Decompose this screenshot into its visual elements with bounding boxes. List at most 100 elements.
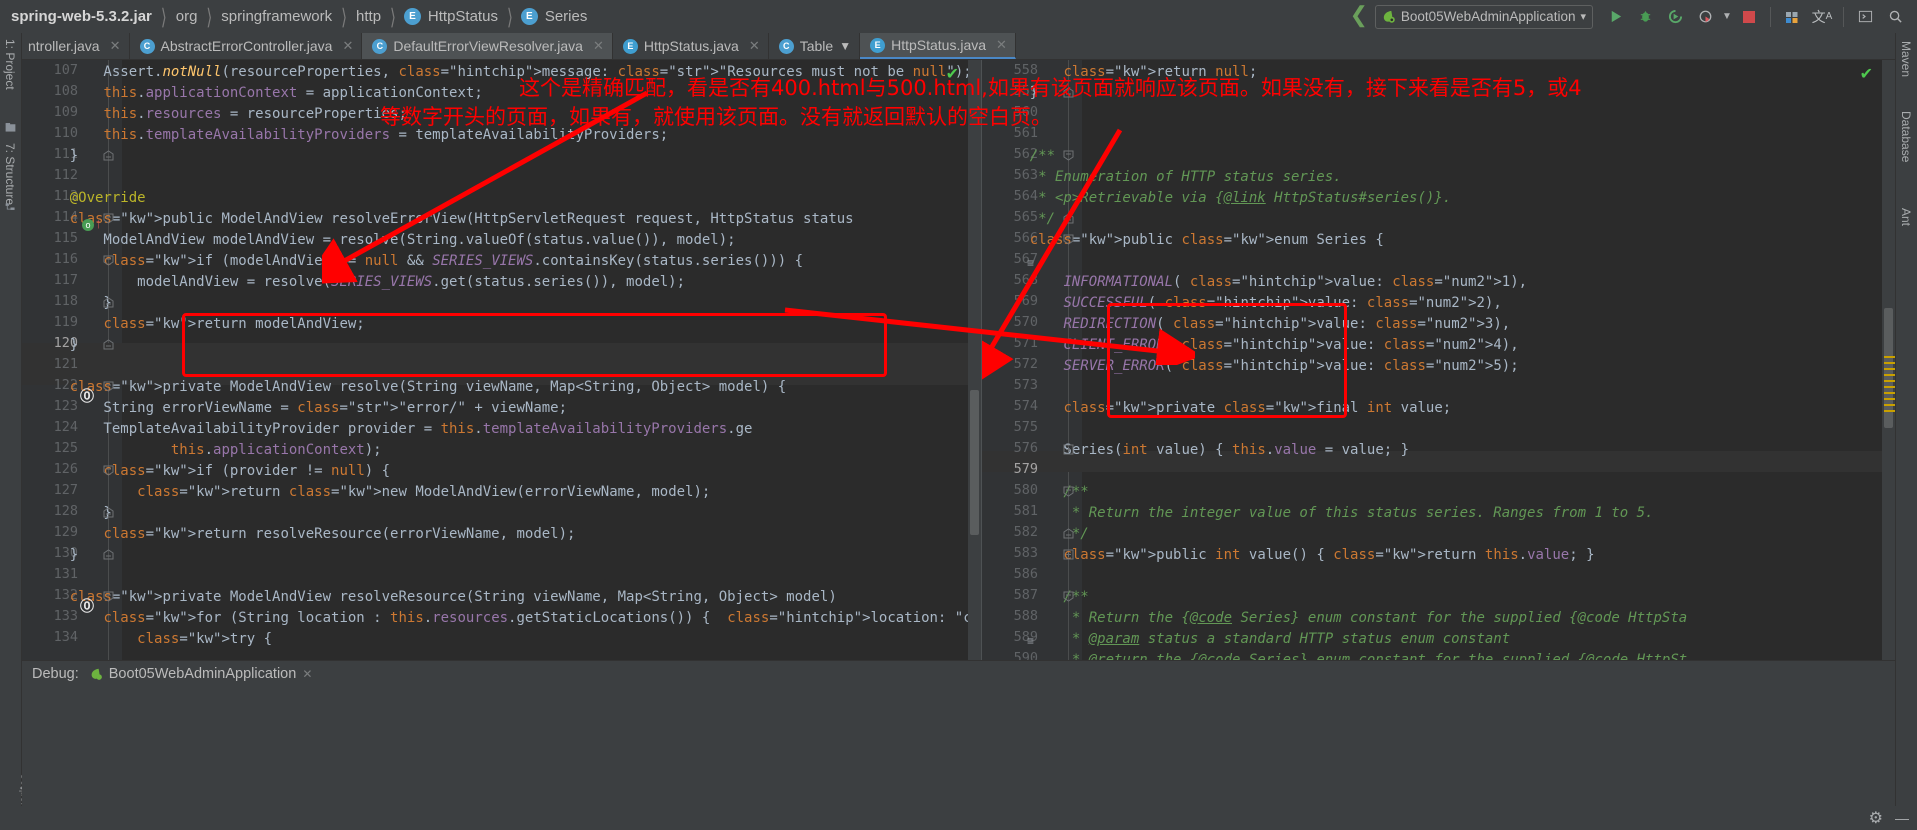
breadcrumb-item-series[interactable]: E Series <box>520 8 589 25</box>
code-line[interactable]: class="kw">return class="kw">new ModelAn… <box>36 482 710 503</box>
fold-collapse-icon[interactable] <box>1063 591 1074 602</box>
code-line[interactable]: /** <box>996 587 1088 608</box>
code-line[interactable]: class="kw">return resolveResource(errorV… <box>36 524 575 545</box>
code-line[interactable]: /** <box>996 146 1055 167</box>
code-line[interactable]: INFORMATIONAL( class="hintchip">value: c… <box>996 272 1527 293</box>
code-line[interactable]: this.applicationContext); <box>36 440 382 461</box>
code-line[interactable]: TemplateAvailabilityProvider provider = … <box>36 419 752 440</box>
fold-collapse-icon[interactable] <box>103 591 114 602</box>
javadoc-render-icon[interactable]: ≡ <box>1027 634 1034 648</box>
fold-collapse-icon[interactable] <box>103 465 114 476</box>
breadcrumb-item-http[interactable]: http <box>355 8 382 25</box>
code-line[interactable]: class="kw">private ModelAndView resolve(… <box>36 377 786 398</box>
code-line[interactable]: CLIENT_ERROR( class="hintchip">value: cl… <box>996 335 1518 356</box>
debug-icon[interactable] <box>1631 4 1659 30</box>
code-line[interactable]: * @return the {@code Series} enum consta… <box>996 650 1687 660</box>
code-line[interactable]: ModelAndView modelAndView = resolve(Stri… <box>36 230 735 251</box>
code-line[interactable]: } <box>36 293 111 314</box>
close-icon[interactable]: ✕ <box>749 38 760 54</box>
fold-end-icon[interactable] <box>103 150 114 161</box>
tab-httpstatus-java-1[interactable]: E HttpStatus.java ✕ <box>612 33 769 59</box>
code-line[interactable]: } <box>36 146 78 167</box>
code-line[interactable]: class="kw">for (String location : this.r… <box>36 608 981 629</box>
code-line[interactable]: modelAndView = resolve(SERIES_VIEWS.get(… <box>36 272 685 293</box>
sidebar-item-structure[interactable]: 7: Structure <box>3 143 17 205</box>
profiler-icon[interactable] <box>1691 4 1719 30</box>
fold-end-icon[interactable] <box>103 297 114 308</box>
code-line[interactable]: class="kw">public class="kw">enum Series… <box>996 230 1384 251</box>
fold-collapse-icon[interactable] <box>103 213 114 224</box>
code-line[interactable]: * <p>Retrievable via {@link HttpStatus#s… <box>996 188 1451 209</box>
tab-defaulterrorviewresolver-java[interactable]: C DefaultErrorViewResolver.java ✕ <box>362 33 613 59</box>
chevron-down-icon[interactable]: ▼ <box>839 39 851 53</box>
code-line[interactable]: class="kw">public int value() { class="k… <box>996 545 1594 566</box>
tab-httpstatus-java-2[interactable]: E HttpStatus.java ✕ <box>860 33 1016 59</box>
close-icon[interactable]: ✕ <box>342 38 353 54</box>
fold-collapse-icon[interactable] <box>103 381 114 392</box>
code-line[interactable]: * Return the integer value of this statu… <box>996 503 1654 524</box>
code-line[interactable]: /** <box>996 482 1088 503</box>
tab-table[interactable]: C Table ▼ <box>768 33 861 59</box>
breadcrumb-item-jar[interactable]: spring-web-5.3.2.jar <box>10 8 153 25</box>
code-line[interactable]: * @param status a standard HTTP status e… <box>996 629 1510 650</box>
fold-collapse-icon[interactable] <box>1063 234 1074 245</box>
run-with-coverage-icon[interactable] <box>1661 4 1689 30</box>
fold-collapse-icon[interactable] <box>103 255 114 266</box>
code-line[interactable]: this.resources = resourceProperties; <box>36 104 406 125</box>
run-icon[interactable] <box>1601 4 1629 30</box>
build-project-icon[interactable] <box>1778 4 1806 30</box>
code-line[interactable]: class="kw">if (modelAndView == null && S… <box>36 251 803 272</box>
sidebar-item-project[interactable]: 1: Project <box>3 39 17 90</box>
fold-end-icon[interactable] <box>1063 528 1074 539</box>
back-arrow-icon[interactable]: ❮ <box>1345 4 1373 30</box>
close-icon[interactable]: ✕ <box>110 38 121 54</box>
fold-expand-icon[interactable] <box>1063 549 1074 560</box>
run-configuration-selector[interactable]: Boot05WebAdminApplication ▾ <box>1374 4 1593 29</box>
code-line[interactable]: */ <box>996 524 1089 545</box>
editor-pane-left[interactable]: 107 108 109 110 111 112 113 114 115 116 117 118 119 1… <box>22 60 982 660</box>
search-everywhere-icon[interactable] <box>1881 4 1909 30</box>
sidebar-item-database[interactable]: Database <box>1899 111 1913 162</box>
code-line[interactable]: class="kw">private class="kw">final int … <box>996 398 1451 419</box>
debug-session-tab[interactable]: Boot05WebAdminApplication ✕ <box>89 666 312 682</box>
scrollbar-thumb[interactable] <box>970 390 979 535</box>
code-line[interactable]: REDIRECTION( class="hintchip">value: cla… <box>996 314 1510 335</box>
breadcrumb-item-springframework[interactable]: springframework <box>220 8 333 25</box>
code-line[interactable]: * Enumeration of HTTP status series. <box>996 167 1341 188</box>
scrollbar-left[interactable] <box>968 60 981 660</box>
code-line[interactable]: @Override <box>36 188 146 209</box>
code-line[interactable]: * Return the {@code Series} enum constan… <box>996 608 1687 629</box>
breadcrumb-item-httpstatus[interactable]: E HttpStatus <box>403 8 499 25</box>
breadcrumb-item-org[interactable]: org <box>175 8 199 25</box>
close-icon[interactable]: ✕ <box>593 38 604 54</box>
translate-icon[interactable]: 文A <box>1808 4 1836 30</box>
fold-collapse-icon[interactable] <box>1063 486 1074 497</box>
fold-collapse-icon[interactable] <box>1063 150 1074 161</box>
code-line[interactable]: class="kw">public ModelAndView resolveEr… <box>36 209 854 230</box>
code-line[interactable]: class="kw">try { <box>36 629 272 650</box>
code-line[interactable]: Series(int value) { this.value = value; … <box>996 440 1409 461</box>
code-line[interactable]: } <box>36 545 78 566</box>
scrollbar-right[interactable] <box>1882 60 1895 660</box>
annotation-at-icon[interactable]: ⓪ <box>80 386 94 406</box>
code-line[interactable]: */ <box>996 209 1055 230</box>
sidebar-item-maven[interactable]: Maven <box>1899 41 1913 77</box>
javadoc-render-icon[interactable]: ≡ <box>1027 256 1034 270</box>
code-line[interactable]: class="kw">if (provider != null) { <box>36 461 390 482</box>
code-line[interactable]: SERVER_ERROR( class="hintchip">value: cl… <box>996 356 1518 377</box>
chevron-down-icon[interactable]: ▼ <box>1721 4 1733 30</box>
override-arrow-icon[interactable]: ↑ <box>95 215 102 231</box>
annotation-at-icon[interactable]: ⓪ <box>80 596 94 616</box>
minimize-icon[interactable]: — <box>1895 810 1909 826</box>
fold-end-icon[interactable] <box>103 549 114 560</box>
code-line[interactable]: } <box>36 335 78 356</box>
code-line[interactable]: class="kw">return modelAndView; <box>36 314 364 335</box>
tab-ntroller-java[interactable]: ntroller.java ✕ <box>22 33 130 59</box>
code-line[interactable]: class="kw">private ModelAndView resolveR… <box>36 587 837 608</box>
inspection-ok-icon[interactable]: ✔ <box>1860 64 1873 84</box>
gear-icon[interactable]: ⚙ <box>1869 808 1883 828</box>
implemented-method-icon[interactable]: o <box>82 219 94 231</box>
editor-pane-right[interactable]: 558 559 560 561 562 563 564 565 566 567 568 569 570 5… <box>982 60 1895 660</box>
fold-expand-icon[interactable] <box>1063 444 1074 455</box>
code-line[interactable]: } <box>36 503 111 524</box>
